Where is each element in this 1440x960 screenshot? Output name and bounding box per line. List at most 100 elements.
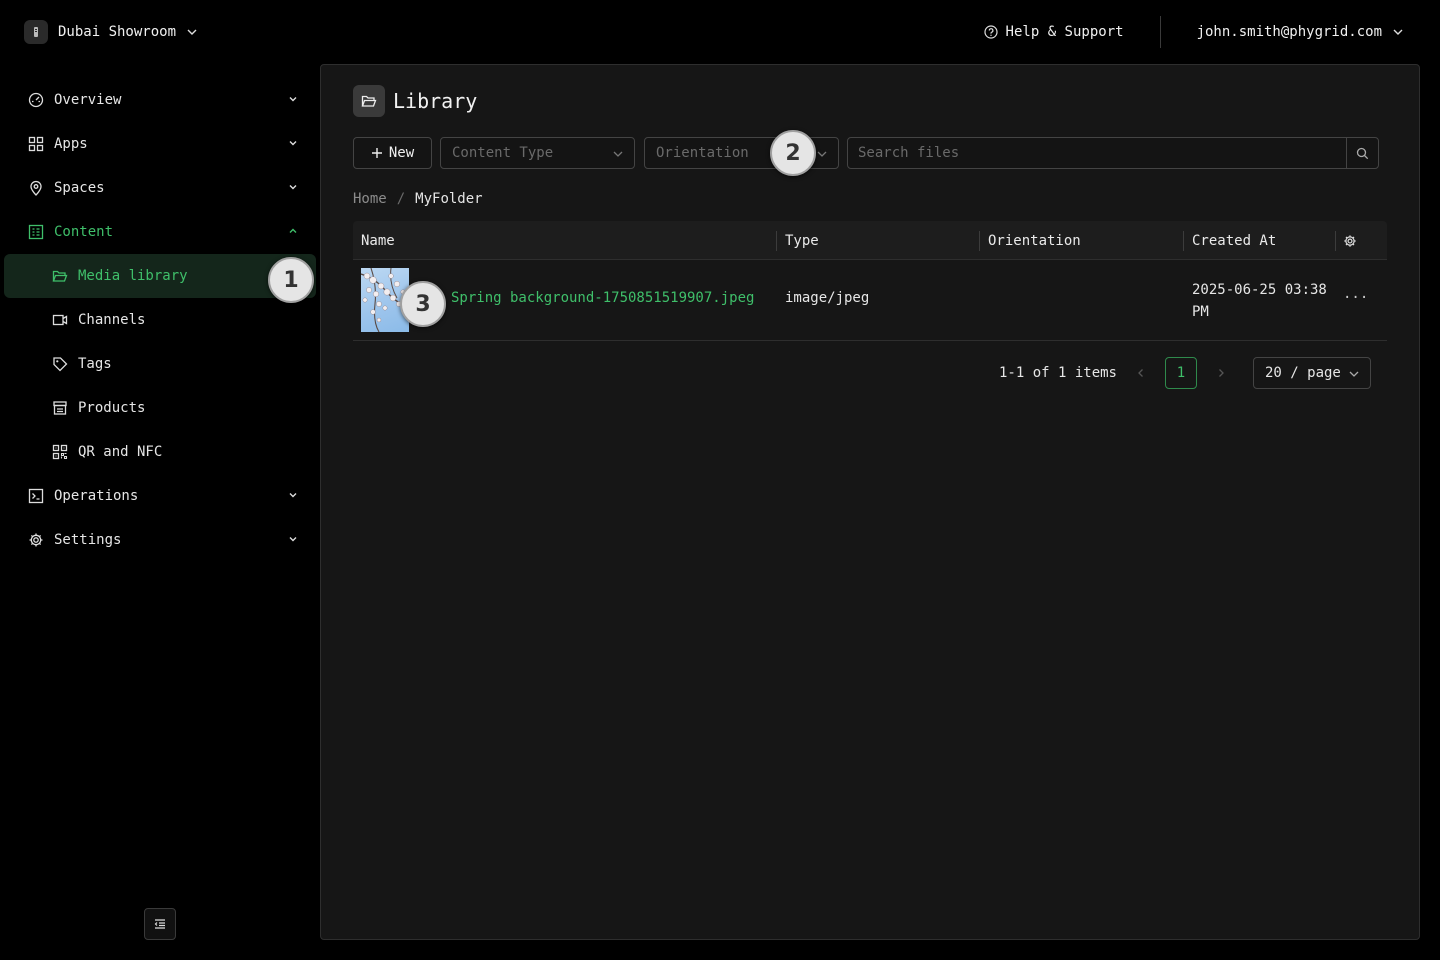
previous-page-button[interactable]	[1125, 357, 1157, 389]
pagination: 1-1 of 1 items 1 20 / page	[999, 357, 1371, 389]
sidebar-item-label: Overview	[54, 92, 122, 108]
sidebar-item-operations[interactable]: Operations	[0, 474, 316, 518]
content-icon	[28, 224, 44, 240]
new-button[interactable]: New	[353, 137, 432, 169]
column-header-name[interactable]: Name	[361, 221, 395, 260]
chevron-down-icon	[186, 26, 198, 38]
sidebar-item-content[interactable]: Content	[0, 210, 316, 254]
terminal-icon	[28, 488, 44, 504]
chevron-down-icon	[286, 136, 300, 150]
plus-icon	[371, 147, 383, 159]
help-circle-icon	[983, 25, 998, 39]
gear-icon	[1343, 234, 1357, 248]
sidebar-item-label: QR and NFC	[78, 444, 163, 460]
page-header: Library	[353, 85, 477, 117]
sidebar-item-label: Operations	[54, 488, 139, 504]
next-page-button[interactable]	[1205, 357, 1237, 389]
sidebar-item-label: Media library	[78, 268, 188, 284]
folder-open-icon	[52, 268, 68, 284]
search-button[interactable]	[1346, 138, 1378, 168]
created-date: 2025-06-25 03:38	[1192, 282, 1327, 298]
sidebar-item-label: Tags	[78, 356, 112, 372]
toolbar: New Content Type Orientation	[353, 137, 1379, 169]
chevron-down-icon	[286, 488, 300, 502]
step-marker-3: 3	[400, 281, 446, 327]
grid-icon	[28, 136, 44, 152]
sidebar-item-qr-nfc[interactable]: QR and NFC	[0, 430, 316, 474]
file-created-at: 2025-06-25 03:38 PM	[1192, 279, 1327, 323]
row-actions-button[interactable]: ···	[1343, 290, 1368, 306]
sidebar-item-settings[interactable]: Settings	[0, 518, 316, 562]
sidebar-item-label: Channels	[78, 312, 146, 328]
search-input[interactable]	[848, 138, 1346, 168]
table-row[interactable]: Spring background-1750851519907.jpeg ima…	[353, 260, 1387, 341]
column-resize-handle[interactable]	[979, 231, 980, 251]
sidebar-item-label: Settings	[54, 532, 122, 548]
chevron-down-icon	[1348, 368, 1360, 380]
collapse-sidebar-button[interactable]	[144, 908, 176, 940]
created-ampm: PM	[1192, 304, 1209, 320]
column-resize-handle[interactable]	[776, 231, 777, 251]
sidebar-item-apps[interactable]: Apps	[0, 122, 316, 166]
tag-icon	[52, 356, 68, 372]
file-type: image/jpeg	[785, 290, 870, 306]
page-size-value: 20 / page	[1265, 365, 1341, 381]
chevron-down-icon	[816, 148, 828, 160]
content-type-select[interactable]: Content Type	[440, 137, 635, 169]
sidebar-item-tags[interactable]: Tags	[0, 342, 316, 386]
sidebar: Overview Apps Spaces Content Media libra…	[0, 78, 316, 562]
column-header-created-at[interactable]: Created At	[1192, 221, 1276, 260]
sidebar-item-label: Content	[54, 224, 114, 240]
table-header: Name Type Orientation Created At	[353, 221, 1387, 260]
sidebar-item-spaces[interactable]: Spaces	[0, 166, 316, 210]
user-email: john.smith@phygrid.com	[1196, 24, 1382, 40]
sidebar-item-label: Spaces	[54, 180, 105, 196]
content-type-placeholder: Content Type	[452, 145, 554, 161]
column-resize-handle[interactable]	[1335, 231, 1336, 251]
help-label: Help & Support	[1005, 24, 1124, 40]
column-header-orientation[interactable]: Orientation	[988, 221, 1081, 260]
breadcrumb-home[interactable]: Home	[353, 191, 387, 207]
topbar-divider	[1159, 16, 1161, 48]
pagination-summary: 1-1 of 1 items	[998, 365, 1117, 381]
org-switcher[interactable]: Dubai Showroom	[24, 20, 198, 44]
main-panel: Library New Content Type Orientation Hom…	[320, 64, 1420, 940]
video-icon	[52, 312, 68, 328]
column-resize-handle[interactable]	[1183, 231, 1184, 251]
sidebar-item-overview[interactable]: Overview	[0, 78, 316, 122]
page-number-button[interactable]: 1	[1165, 357, 1197, 389]
map-pin-icon	[28, 180, 44, 196]
store-icon	[52, 400, 68, 416]
step-marker-1: 1	[268, 257, 314, 303]
files-table: Name Type Orientation Created At Spring …	[353, 221, 1387, 341]
page-size-select[interactable]: 20 / page	[1253, 357, 1371, 389]
chevron-down-icon	[286, 180, 300, 194]
chevron-right-icon	[1216, 368, 1226, 378]
column-header-type[interactable]: Type	[785, 221, 819, 260]
help-support-link[interactable]: Help & Support	[983, 24, 1124, 40]
folder-open-icon	[353, 85, 385, 117]
sidebar-item-channels[interactable]: Channels	[0, 298, 316, 342]
collapse-menu-icon	[153, 917, 167, 931]
chevron-down-icon	[286, 532, 300, 546]
user-menu[interactable]: john.smith@phygrid.com	[1197, 24, 1404, 40]
gauge-icon	[28, 92, 44, 108]
topbar-right: Help & Support john.smith@phygrid.com	[983, 16, 1404, 48]
step-marker-2: 2	[770, 130, 816, 176]
search-box	[847, 137, 1379, 169]
column-settings-button[interactable]	[1343, 221, 1357, 260]
search-icon	[1356, 147, 1369, 160]
sidebar-item-products[interactable]: Products	[0, 386, 316, 430]
org-logo-icon	[24, 20, 48, 44]
qr-icon	[52, 444, 68, 460]
orientation-placeholder: Orientation	[656, 145, 749, 161]
chevron-down-icon	[612, 148, 624, 160]
sidebar-item-label: Apps	[54, 136, 88, 152]
chevron-up-icon	[286, 224, 300, 238]
file-name-link[interactable]: Spring background-1750851519907.jpeg	[451, 290, 754, 306]
chevron-left-icon	[1136, 368, 1146, 378]
sidebar-item-label: Products	[78, 400, 146, 416]
page-title: Library	[393, 89, 478, 113]
breadcrumb: Home / MyFolder	[353, 191, 483, 207]
gear-icon	[28, 532, 44, 548]
